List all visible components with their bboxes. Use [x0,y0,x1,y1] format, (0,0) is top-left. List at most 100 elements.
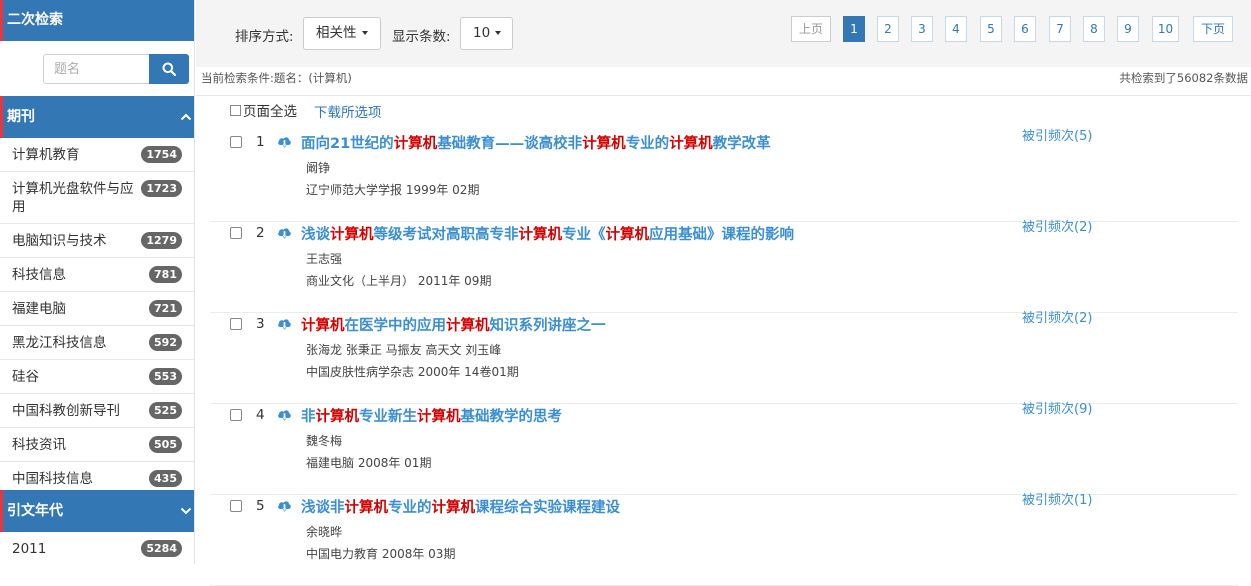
journal-facet-name: 硅谷 [12,369,39,385]
title-keyword-highlight: 计算机 [344,500,389,516]
title-search-input[interactable] [43,54,150,84]
journal-facet-item[interactable]: 计算机光盘软件与应用 1723 [0,172,194,224]
cloud-download-icon[interactable] [277,408,292,422]
title-text: 非 [301,409,316,425]
chevron-up-icon[interactable] [179,96,193,138]
cloud-download-icon[interactable] [277,499,292,513]
display-count-value: 10 [473,25,491,41]
page-button-7[interactable]: 7 [1049,16,1071,42]
page-button-4[interactable]: 4 [945,16,967,42]
result-source: 中国皮肤性病学杂志 2000年 14卷01期 [306,365,519,379]
title-keyword-highlight: 计算机 [582,136,626,152]
journal-facet-list: 计算机教育 1754 计算机光盘软件与应用 1723 电脑知识与技术 1279 科技信息 78… [0,138,194,496]
result-title-link[interactable]: 非计算机专业新生计算机基础教学的思考 [301,405,562,426]
total-count-text: 共检索到了56082条数据 [1119,71,1248,85]
journal-facet-name: 电脑知识与技术 [12,233,107,249]
journal-facet-count-badge: 553 [149,368,182,385]
result-index: 4 [256,407,265,423]
result-checkbox[interactable] [230,409,242,421]
title-text: 在医学中的应用 [344,318,447,334]
result-index: 2 [256,225,265,241]
journal-facet-item[interactable]: 黑龙江科技信息 592 [0,326,194,360]
journal-facet-count-badge: 721 [149,300,182,317]
download-selected-link[interactable]: 下载所选项 [314,101,382,121]
page-button-10[interactable]: 10 [1152,16,1179,42]
title-text: 教学改革 [712,136,771,152]
journal-facet-item[interactable]: 硅谷 553 [0,360,194,394]
result-checkbox[interactable] [230,500,242,512]
page-button-5[interactable]: 5 [980,16,1002,42]
page-button-3[interactable]: 3 [911,16,933,42]
result-checkbox[interactable] [230,318,242,330]
journal-facet-item[interactable]: 福建电脑 721 [0,292,194,326]
year-facet-list: 2011 5284 [0,532,194,564]
result-item: 2 浅谈计算机等级考试对高职高专非计算机专业《计算机应用基础》课程的影响 王志强 商业… [210,220,1238,313]
title-keyword-highlight: 计算机 [431,500,476,516]
journal-facet-name: 计算机光盘软件与应用 [12,181,134,215]
citation-year-section-header[interactable]: 引文年代 [0,490,194,532]
title-text: 专业的 [625,136,670,152]
result-title-link[interactable]: 浅谈非计算机专业的计算机课程综合实验课程建设 [301,496,620,517]
citation-count-link[interactable]: 被引频次(2) [1022,216,1092,235]
cloud-download-icon[interactable] [277,317,292,331]
journal-facet-count-badge: 435 [149,470,182,487]
page-button-9[interactable]: 9 [1117,16,1139,42]
title-text: 课程综合实验课程建设 [475,500,620,516]
prev-page-button[interactable]: 上页 [791,16,831,42]
title-text: 基础教育——谈高校非 [437,136,583,152]
result-index: 3 [256,316,265,332]
journal-section-title: 期刊 [7,109,35,125]
result-title-link[interactable]: 面向21世纪的计算机基础教育——谈高校非计算机专业的计算机教学改革 [301,132,771,153]
result-source: 福建电脑 2008年 01期 [306,456,432,470]
journal-facet-item[interactable]: 科技信息 781 [0,258,194,292]
citation-year-section-title: 引文年代 [7,503,63,519]
select-all-label: 页面全选 [243,104,297,120]
journal-facet-name: 科技信息 [12,267,66,283]
cloud-download-icon[interactable] [277,226,292,240]
citation-count-link[interactable]: 被引频次(5) [1022,125,1092,144]
title-keyword-highlight: 计算机 [518,227,563,243]
sort-dropdown[interactable]: 相关性 [303,17,381,50]
title-text: 面向21世纪的 [301,136,394,152]
year-facet-item[interactable]: 2011 5284 [0,532,194,564]
year-facet-count-badge: 5284 [141,540,182,557]
chevron-down-icon[interactable] [179,490,193,532]
secondary-search-header: 二次检索 [0,0,194,41]
sidebar: 二次检索 期刊 计算机教育 1754 计算机光盘软件与应用 1723 电脑知识与技术 12… [0,0,195,564]
page-button-1[interactable]: 1 [843,16,865,42]
cloud-download-icon[interactable] [277,135,292,149]
page-button-2[interactable]: 2 [877,16,899,42]
journal-facet-item[interactable]: 科技资讯 505 [0,428,194,462]
sort-value: 相关性 [316,25,357,41]
journal-facet-item[interactable]: 电脑知识与技术 1279 [0,224,194,258]
result-title-link[interactable]: 计算机在医学中的应用计算机知识系列讲座之一 [301,314,606,335]
result-source: 辽宁师范大学学报 1999年 02期 [306,183,480,197]
search-condition-text: 当前检索条件:题名：(计算机) [201,71,352,85]
title-text: 基础教学的思考 [460,409,563,425]
next-page-button[interactable]: 下页 [1193,16,1233,42]
journal-facet-count-badge: 592 [149,334,182,351]
citation-count-link[interactable]: 被引频次(2) [1022,307,1092,326]
page-button-6[interactable]: 6 [1014,16,1036,42]
journal-facet-item[interactable]: 中国科教创新导刊 525 [0,394,194,428]
journal-facet-item[interactable]: 计算机教育 1754 [0,138,194,172]
page-button-8[interactable]: 8 [1083,16,1105,42]
result-authors: 张海龙 张秉正 马振友 高天文 刘玉峰 [306,343,502,357]
result-checkbox[interactable] [230,136,242,148]
select-all-control[interactable]: 页面全选 [230,100,297,120]
title-keyword-highlight: 计算机 [669,136,713,152]
result-authors: 余晓晔 [306,525,343,539]
display-count-dropdown[interactable]: 10 [460,17,513,50]
journal-section-header[interactable]: 期刊 [0,96,194,138]
citation-count-link[interactable]: 被引频次(1) [1022,489,1092,508]
search-button[interactable] [149,54,189,84]
result-title-link[interactable]: 浅谈计算机等级考试对高职高专非计算机专业《计算机应用基础》课程的影响 [301,223,794,244]
result-checkbox[interactable] [230,227,242,239]
title-keyword-highlight: 计算机 [417,409,461,425]
caret-down-icon [361,31,368,35]
select-all-checkbox[interactable] [230,104,241,116]
result-authors: 魏冬梅 [306,434,343,448]
title-text: 应用基础》课程的影响 [649,227,794,243]
citation-count-link[interactable]: 被引频次(9) [1022,398,1092,417]
title-keyword-highlight: 计算机 [446,318,490,334]
